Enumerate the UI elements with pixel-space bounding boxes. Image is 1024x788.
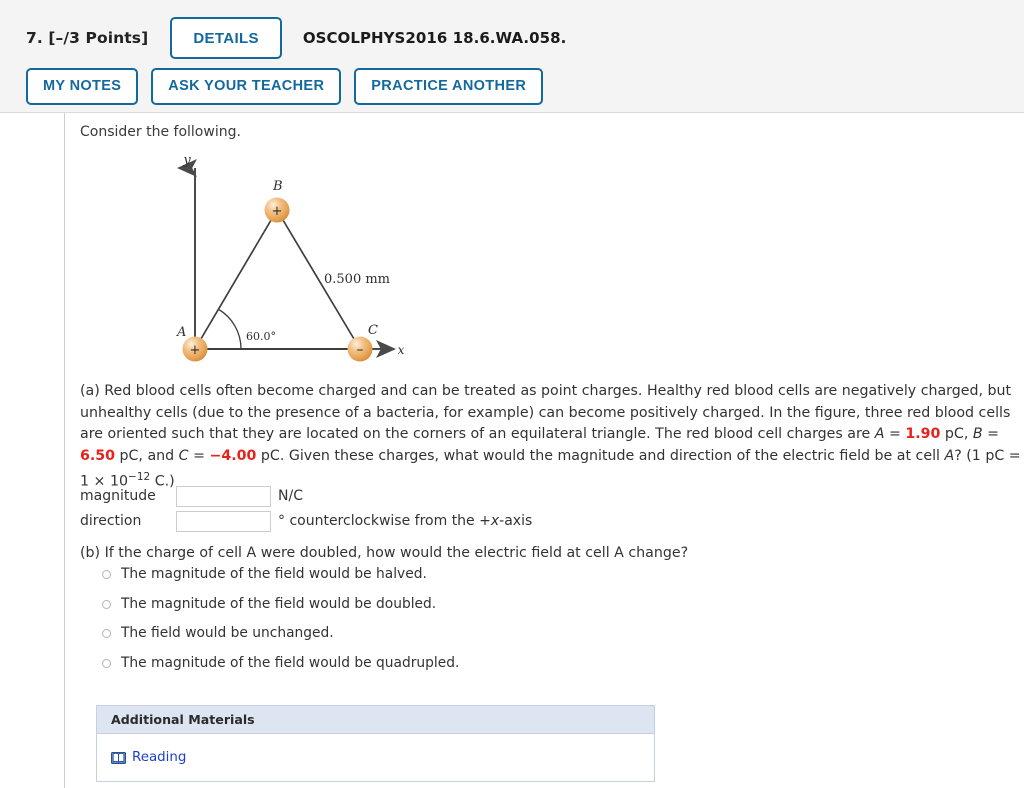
part-a-question: Given these charges, what would the magn… xyxy=(288,447,945,464)
part-b-option-list: The magnitude of the field would be halv… xyxy=(102,565,722,683)
magnitude-answer-row: magnitude N/C xyxy=(80,483,303,509)
consider-the-following-text: Consider the following. xyxy=(80,124,241,140)
part-b-question-text: (b) If the charge of cell A were doubled… xyxy=(80,545,689,561)
option-label-3[interactable]: The magnitude of the field would be quad… xyxy=(121,654,459,673)
charge-b-equals: = xyxy=(982,426,999,442)
charge-a-unit: pC, xyxy=(940,426,973,442)
magnitude-label: magnitude xyxy=(80,488,156,504)
question-code-label: OSCOLPHYS2016 18.6.WA.058. xyxy=(302,29,567,47)
direction-unit-label: ° counterclockwise from the +x-axis xyxy=(278,513,532,529)
option-row-3[interactable]: The magnitude of the field would be quad… xyxy=(102,654,722,684)
book-icon xyxy=(111,751,126,765)
header-row-actions: MY NOTES ASK YOUR TEACHER PRACTICE ANOTH… xyxy=(26,67,544,105)
charge-c-equals: = xyxy=(188,447,210,464)
option-label-1[interactable]: The magnitude of the field would be doub… xyxy=(121,595,436,614)
reading-link[interactable]: Reading xyxy=(111,750,186,765)
charge-c-value: −4.00 xyxy=(209,447,257,464)
part-a-question-text: (a) Red blood cells often become charged… xyxy=(80,381,1024,493)
charge-sphere-b: + xyxy=(264,197,290,223)
charge-a-symbol: A xyxy=(874,426,885,442)
x-axis-label: x xyxy=(398,343,405,357)
part-a-prefix: (a) Red blood cells often become charged… xyxy=(80,383,1012,442)
side-length-label: 0.500 mm xyxy=(324,272,390,287)
additional-materials-title: Additional Materials xyxy=(97,706,654,734)
option-label-0[interactable]: The magnitude of the field would be halv… xyxy=(121,565,427,584)
direction-answer-row: direction ° counterclockwise from the +x… xyxy=(80,508,532,534)
magnitude-input[interactable] xyxy=(176,485,271,507)
angle-arc xyxy=(217,308,242,350)
radio-button-3[interactable] xyxy=(102,658,111,668)
question-content-area: Consider the following. + + – y x A B C … xyxy=(80,113,1024,788)
cell-a-reference: A xyxy=(944,447,955,464)
charge-b-sign: + xyxy=(272,204,283,219)
radio-button-2[interactable] xyxy=(102,629,111,638)
charge-triangle-figure: + + – y x A B C 0.500 mm 60.0° xyxy=(176,151,406,373)
charge-sphere-a: + xyxy=(182,336,208,362)
reading-link-label: Reading xyxy=(132,750,187,765)
vertex-c-label: C xyxy=(368,323,378,338)
angle-label: 60.0° xyxy=(246,330,276,343)
points-label: 7. [–/3 Points] xyxy=(26,29,149,47)
direction-label: direction xyxy=(80,513,142,529)
header-row-primary: 7. [–/3 Points] DETAILS OSCOLPHYS2016 18… xyxy=(26,17,566,59)
ask-your-teacher-button[interactable]: ASK YOUR TEACHER xyxy=(151,67,342,105)
magnitude-unit-label: N/C xyxy=(278,488,303,504)
charge-b-unit: pC, and xyxy=(115,447,179,464)
option-row-0[interactable]: The magnitude of the field would be halv… xyxy=(102,565,722,595)
vertex-b-label: B xyxy=(272,179,283,194)
practice-another-button[interactable]: PRACTICE ANOTHER xyxy=(354,67,544,105)
question-header-panel: 7. [–/3 Points] DETAILS OSCOLPHYS2016 18… xyxy=(0,0,1024,113)
option-label-2[interactable]: The field would be unchanged. xyxy=(121,624,334,643)
charge-a-equals: = xyxy=(884,426,906,442)
y-axis-label: y xyxy=(182,153,191,168)
radio-button-1[interactable] xyxy=(102,599,111,609)
charge-b-symbol: B xyxy=(972,426,983,442)
vertex-a-label: A xyxy=(176,325,186,340)
direction-input[interactable] xyxy=(176,510,271,532)
direction-unit-suffix: -axis xyxy=(499,513,533,529)
option-row-2[interactable]: The field would be unchanged. xyxy=(102,624,722,654)
charge-c-sign: – xyxy=(357,342,364,358)
content-left-divider xyxy=(64,113,65,788)
additional-materials-body: Reading xyxy=(97,734,654,781)
charge-a-value: 1.90 xyxy=(905,426,941,442)
charge-a-sign: + xyxy=(190,343,201,358)
my-notes-button[interactable]: MY NOTES xyxy=(26,67,139,105)
exponent-power: −12 xyxy=(128,471,151,483)
additional-materials-panel: Additional Materials Reading xyxy=(96,705,655,782)
charge-sphere-c: – xyxy=(347,336,373,362)
option-row-1[interactable]: The magnitude of the field would be doub… xyxy=(102,595,722,625)
radio-button-0[interactable] xyxy=(102,570,111,579)
direction-unit-axis: x xyxy=(490,513,500,529)
charge-b-value: 6.50 xyxy=(80,447,116,464)
details-button[interactable]: DETAILS xyxy=(170,17,282,59)
direction-unit-prefix: ° counterclockwise from the + xyxy=(278,513,491,529)
charge-c-unit: pC. xyxy=(256,447,289,464)
charge-c-symbol: C xyxy=(178,447,189,464)
